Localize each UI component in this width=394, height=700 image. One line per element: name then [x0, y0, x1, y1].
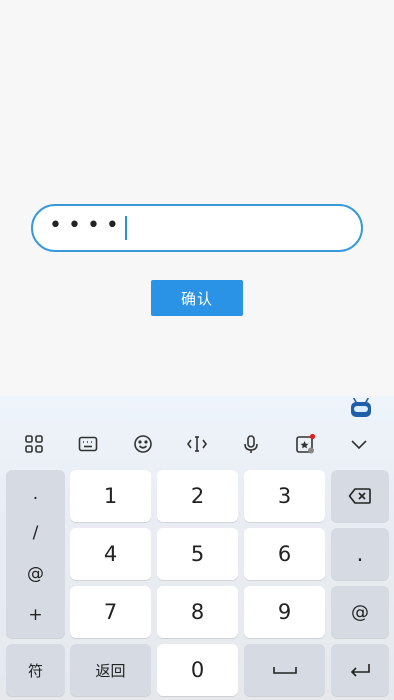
space-icon [272, 667, 297, 674]
key-7[interactable]: 7 [70, 586, 151, 638]
key-dot[interactable]: . [331, 528, 389, 580]
microphone-icon[interactable] [237, 430, 265, 458]
mascot-icon[interactable] [349, 398, 373, 418]
enter-key[interactable] [331, 644, 389, 696]
symbol-column[interactable]: . / @ + [6, 470, 65, 638]
key-8[interactable]: 8 [157, 586, 238, 638]
key-5[interactable]: 5 [157, 528, 238, 580]
key-9[interactable]: 9 [244, 586, 325, 638]
key-at[interactable]: @ [331, 586, 389, 638]
text-caret [124, 216, 127, 240]
apps-icon[interactable] [20, 430, 48, 458]
backspace-icon [348, 488, 371, 504]
symbol-key-dot[interactable]: . [6, 484, 65, 504]
symbol-key-at[interactable]: @ [6, 564, 65, 584]
sticker-icon[interactable] [291, 430, 319, 458]
emoji-icon[interactable] [129, 430, 157, 458]
collapse-chevron-icon[interactable] [345, 430, 373, 458]
password-input[interactable]: •••• [31, 204, 363, 252]
keyboard-icon[interactable] [74, 430, 102, 458]
enter-icon [350, 664, 370, 677]
confirm-button[interactable]: 确认 [151, 280, 243, 316]
key-6[interactable]: 6 [244, 528, 325, 580]
key-0[interactable]: 0 [157, 644, 238, 696]
key-4[interactable]: 4 [70, 528, 151, 580]
symbols-key[interactable]: 符 [6, 644, 65, 696]
space-key[interactable] [244, 644, 325, 696]
cursor-move-icon[interactable] [183, 430, 211, 458]
symbol-key-slash[interactable]: / [6, 523, 65, 543]
key-2[interactable]: 2 [157, 470, 238, 522]
key-3[interactable]: 3 [244, 470, 325, 522]
keyboard-toolbar [0, 426, 394, 462]
backspace-key[interactable] [331, 470, 389, 522]
symbol-key-plus[interactable]: + [6, 605, 65, 625]
password-mask: •••• [49, 213, 125, 238]
password-screen: •••• 确认 . / @ + 1 2 3 4 5 6 7 8 9 . @ 符 … [0, 0, 394, 700]
back-key[interactable]: 返回 [70, 644, 151, 696]
key-1[interactable]: 1 [70, 470, 151, 522]
